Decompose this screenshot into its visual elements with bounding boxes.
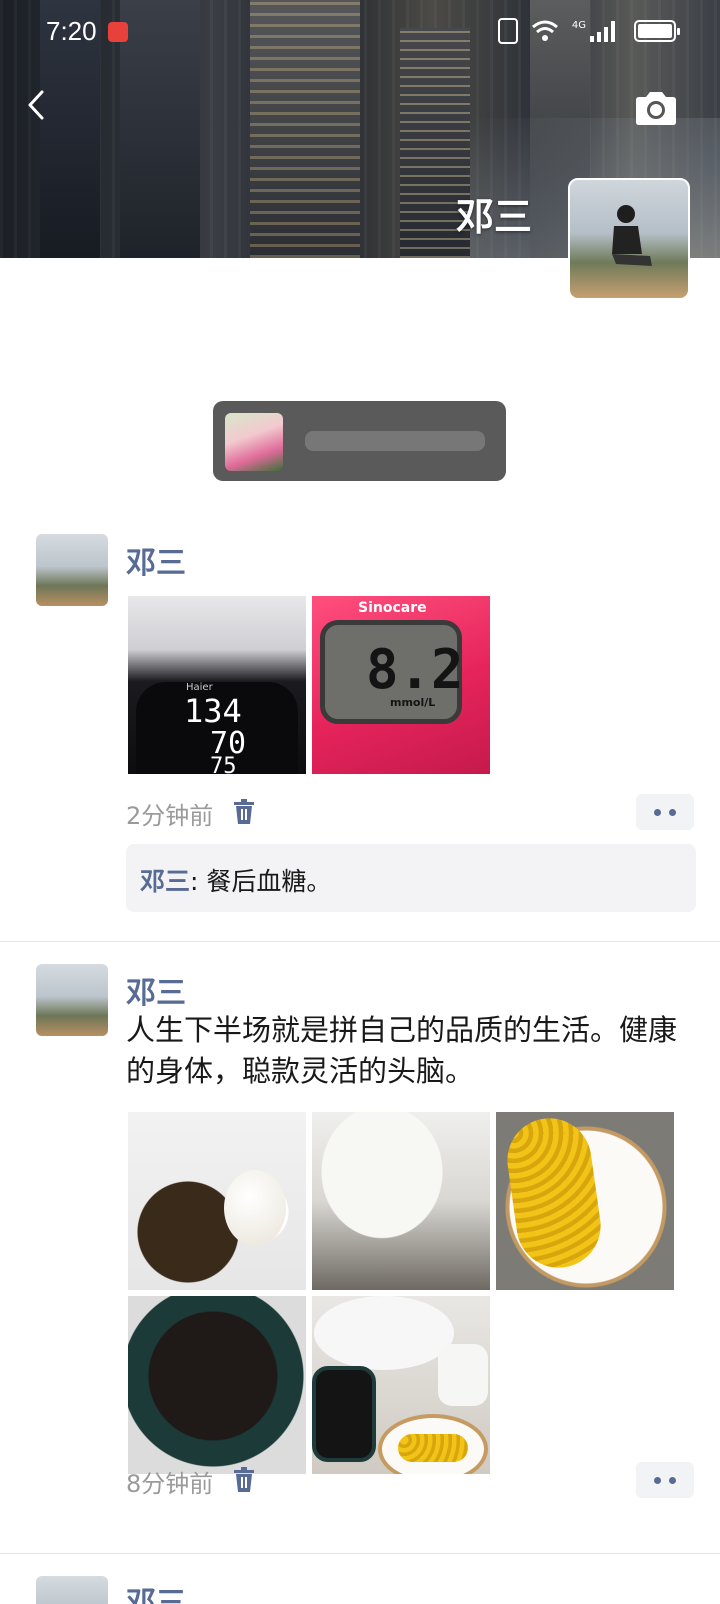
glucose-reading: 8.2 [366,638,464,701]
moment-post: 邓三 [0,1576,720,1604]
bp-systolic: 134 [184,692,242,730]
camera-icon[interactable] [632,88,680,128]
bp-pulse: 75 [210,754,237,774]
author-name[interactable]: 邓三 [126,538,186,582]
status-time: 7:20 [46,16,97,46]
avatar-person [612,205,652,266]
coffee-cup [312,1366,376,1462]
photo-coffee[interactable] [128,1296,306,1474]
status-bar: 7:20 4G [0,0,720,64]
more-actions-button[interactable] [636,1462,694,1498]
network-type-label: 4G [571,19,586,31]
moment-post: 邓三 人生下半场就是拼自己的品质的生活。健康的身体，聪款灵活的头脑。 8分钟前 [0,964,720,1544]
photo-food-plate[interactable] [128,1112,306,1290]
author-avatar[interactable] [36,964,108,1036]
post-divider [0,1553,720,1554]
new-message-notice[interactable] [213,401,506,481]
egg [224,1170,286,1246]
trash-icon[interactable] [232,798,256,826]
post-divider [0,941,720,942]
author-avatar[interactable] [36,534,108,606]
battery-icon [634,20,680,42]
photo-grid [128,1112,674,1474]
comment-box[interactable]: 邓三: 餐后血糖。 [126,844,696,912]
author-name[interactable]: 邓三 [126,1578,186,1604]
signal-icon [590,20,620,42]
photo-yogurt[interactable] [312,1112,490,1290]
photo-grid: Haier 134 70 75 Sinocare 8.2 mmol/L [128,596,674,774]
plate [314,1296,454,1370]
more-actions-button[interactable] [636,794,694,830]
notice-avatar [225,413,283,471]
trash-icon[interactable] [232,1466,256,1494]
status-icons: 4G [497,18,680,44]
photo-glucose-meter[interactable]: Sinocare 8.2 mmol/L [312,596,490,774]
yogurt-cup [438,1344,488,1406]
vibrate-icon [497,18,518,44]
photo-blood-pressure[interactable]: Haier 134 70 75 [128,596,306,774]
comment-author[interactable]: 邓三 [140,867,190,896]
profile-name: 邓三 [455,195,532,239]
glucose-brand: Sinocare [358,600,427,616]
author-avatar[interactable] [36,1576,108,1604]
photo-breakfast-table[interactable] [312,1296,490,1474]
post-text: 人生下半场就是拼自己的品质的生活。健康的身体，聪款灵活的头脑。 [126,1013,678,1088]
app-notification-icon [108,22,128,42]
corn [501,1112,607,1274]
glucose-unit: mmol/L [390,696,436,709]
moment-post: 邓三 Haier 134 70 75 Sinocare 8.2 mmol/L 2… [0,534,720,946]
post-time: 8分钟前 [126,1470,214,1498]
corn [398,1434,468,1462]
wifi-icon [531,20,558,41]
notice-text-blurred [305,431,485,451]
comment-text: : 餐后血糖。 [190,867,332,896]
photo-corn[interactable] [496,1112,674,1290]
post-time: 2分钟前 [126,802,214,830]
back-icon[interactable] [18,82,58,128]
author-name[interactable]: 邓三 [126,968,186,1012]
profile-avatar[interactable] [568,178,690,300]
